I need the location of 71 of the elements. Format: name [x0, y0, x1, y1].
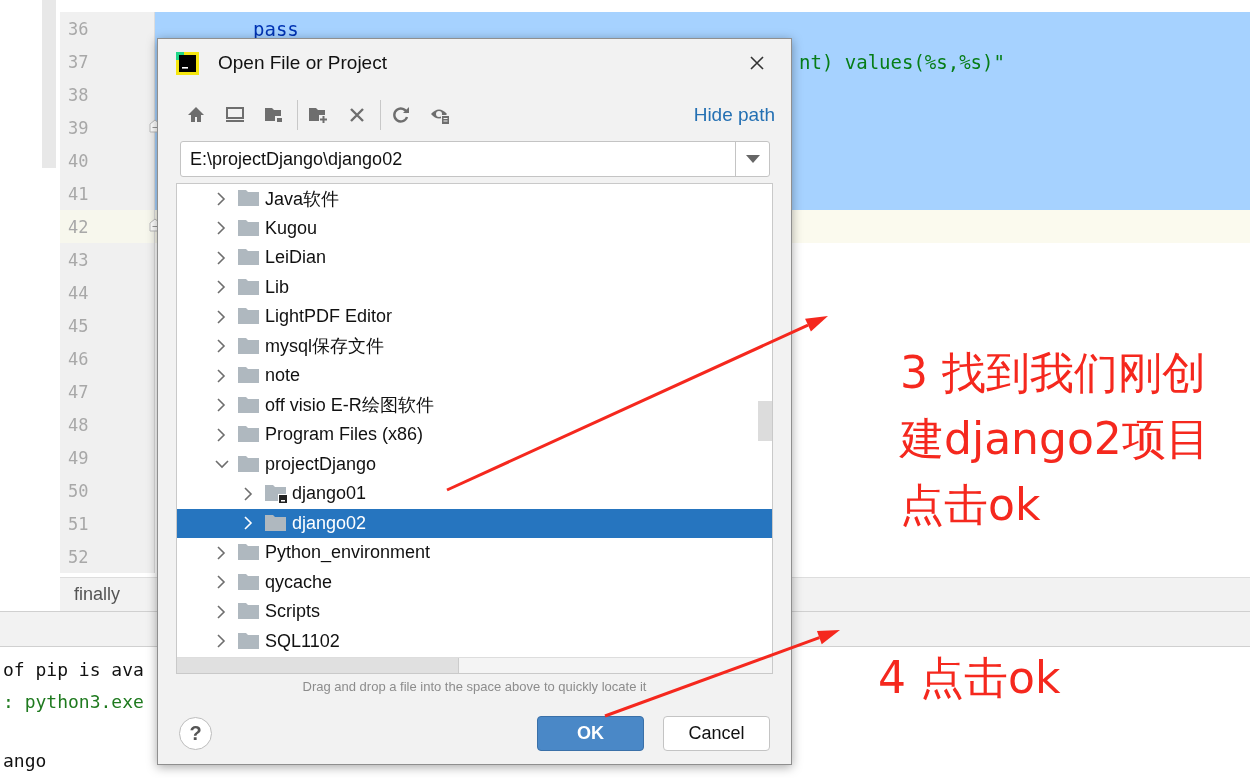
- console-line: of pip is ava: [2, 658, 144, 682]
- tree-item[interactable]: django02: [177, 508, 772, 538]
- cancel-button[interactable]: Cancel: [663, 716, 770, 751]
- line-number: 44: [68, 282, 89, 303]
- tree-item[interactable]: Lib: [177, 272, 772, 302]
- tree-item[interactable]: Java软件: [177, 184, 772, 214]
- ok-button[interactable]: OK: [537, 716, 644, 751]
- tree-item[interactable]: Python_environment: [177, 538, 772, 568]
- help-button[interactable]: ?: [179, 717, 212, 750]
- line-number: 40: [68, 150, 89, 171]
- line-number: 41: [68, 183, 89, 204]
- folder-icon: [238, 248, 260, 268]
- scrollbar-thumb[interactable]: [758, 401, 772, 441]
- hide-path-link[interactable]: Hide path: [693, 104, 775, 126]
- path-combo-field[interactable]: E:\projectDjango\django02: [180, 141, 770, 177]
- line-number: 36: [68, 18, 89, 39]
- tree-item[interactable]: Scripts: [177, 597, 772, 627]
- tree-item[interactable]: Kugou: [177, 213, 772, 243]
- home-icon: [186, 105, 206, 125]
- line-number: 39: [68, 117, 89, 138]
- line-number: 38: [68, 84, 89, 105]
- close-icon: [749, 55, 765, 71]
- tree-item[interactable]: off visio E-R绘图软件: [177, 390, 772, 420]
- refresh-icon: [391, 105, 411, 125]
- line-number: 52: [68, 546, 89, 567]
- dialog-title: Open File or Project: [218, 52, 388, 74]
- folder-icon: [238, 602, 260, 622]
- console-line: : python3.exe: [2, 690, 144, 714]
- line-number: 42: [68, 216, 89, 237]
- line-number: 51: [68, 513, 89, 534]
- tree-item[interactable]: note: [177, 361, 772, 391]
- tree-item[interactable]: qycache: [177, 567, 772, 597]
- line-number: 45: [68, 315, 89, 336]
- annotation-text: 4 点击ok: [878, 651, 1061, 705]
- line-number: 47: [68, 381, 89, 402]
- folder-icon: [238, 631, 260, 651]
- new-folder-icon: [308, 105, 328, 125]
- tree-item[interactable]: LightPDF Editor: [177, 302, 772, 332]
- annotation-text: 3 找到我们刚创建django2项目点击ok: [900, 346, 1211, 532]
- folder-icon: [238, 454, 260, 474]
- tree-item[interactable]: projectDjango: [177, 449, 772, 479]
- tree-item[interactable]: SQL1102: [177, 626, 772, 656]
- folder-icon: [238, 336, 260, 356]
- line-number: 43: [68, 249, 89, 270]
- line-number: 48: [68, 414, 89, 435]
- folder-icon: [238, 425, 260, 445]
- monitor-icon: [225, 105, 245, 125]
- folder-icon: [238, 277, 260, 297]
- folder-icon: [238, 572, 260, 592]
- app-logo-icon: [176, 51, 199, 75]
- folder-icon: [238, 366, 260, 386]
- breadcrumb-item[interactable]: finally: [74, 584, 121, 605]
- folder-icon: [238, 395, 260, 415]
- folder-icon: [238, 543, 260, 563]
- dropdown-caret-icon: [745, 155, 760, 163]
- line-number: 49: [68, 447, 89, 468]
- tree-item[interactable]: django01: [177, 479, 772, 509]
- tree-item[interactable]: mysql保存文件: [177, 331, 772, 361]
- folder-icon: [264, 105, 284, 125]
- line-number: 37: [68, 51, 89, 72]
- tree-item[interactable]: LeiDian: [177, 243, 772, 273]
- scrollbar-thumb[interactable]: [177, 658, 459, 673]
- console-line: ango: [2, 749, 47, 773]
- folder-icon: [238, 218, 260, 238]
- hint-text: Drag and drop a file into the space above to quickly locate it: [301, 679, 648, 694]
- line-number: 46: [68, 348, 89, 369]
- tree-item[interactable]: Program Files (x86): [177, 420, 772, 450]
- folder-icon: [265, 513, 287, 533]
- folder-icon: [265, 484, 287, 504]
- line-number: 50: [68, 480, 89, 501]
- folder-icon: [238, 307, 260, 327]
